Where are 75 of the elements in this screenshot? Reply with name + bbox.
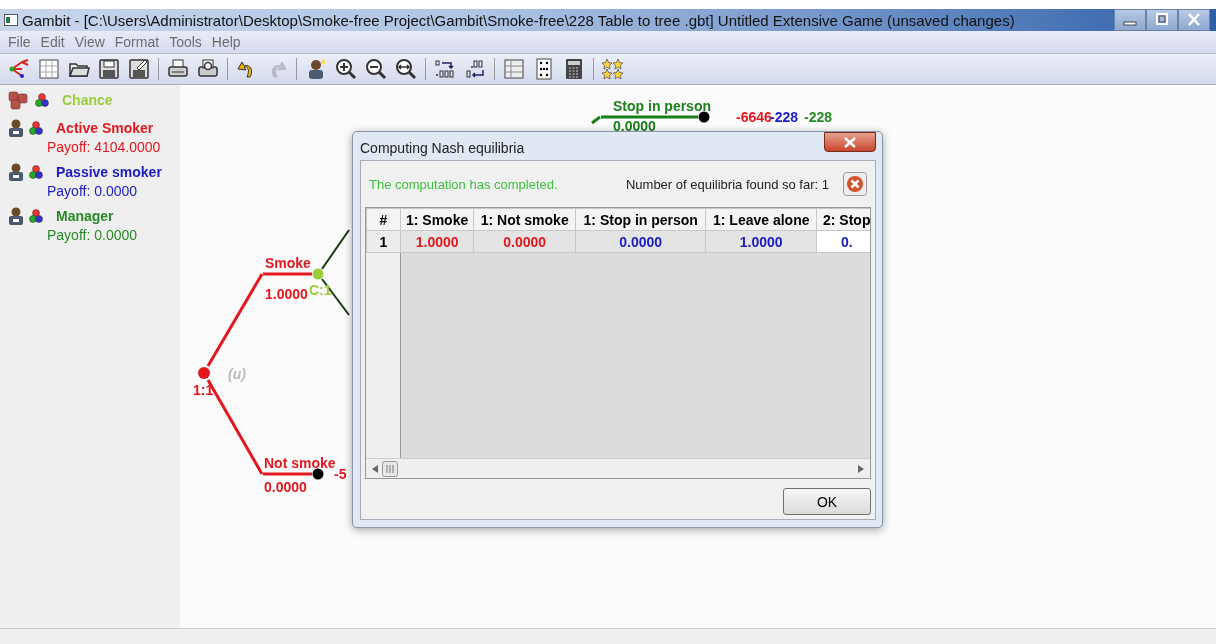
- minimize-icon[interactable]: [1114, 9, 1146, 31]
- person-icon: [8, 163, 24, 181]
- node-label: C:1: [309, 282, 332, 298]
- close-icon: [844, 136, 856, 148]
- menu-item[interactable]: File: [4, 34, 35, 50]
- color-palette-icon[interactable]: [29, 209, 43, 223]
- close-icon[interactable]: [1178, 9, 1210, 31]
- menu-item[interactable]: Format: [110, 34, 164, 50]
- color-palette-icon[interactable]: [29, 121, 43, 135]
- equilibria-count: Number of equilibria found so far: 1: [625, 176, 829, 192]
- information-set-label: (u): [228, 366, 246, 382]
- terminal-node[interactable]: [312, 468, 324, 480]
- floppy-pencil-icon[interactable]: [128, 58, 150, 80]
- decision-node[interactable]: [198, 367, 210, 379]
- player-payoff: Payoff: 0.0000: [47, 227, 139, 243]
- menu-item[interactable]: Tools: [165, 34, 206, 50]
- dialog-title: Computing Nash equilibria: [360, 140, 525, 156]
- player-payoff: Payoff: 0.0000: [47, 183, 139, 199]
- player-name[interactable]: Manager: [56, 208, 114, 224]
- window-title: Gambit - [C:\Users\Administrator\Desktop\Smoke-free Project\Gambit\Smoke-free\228 Table to tree .gbt] Untitled Extensive Game (unsaved changes): [22, 11, 1016, 29]
- app-icon: [4, 14, 18, 26]
- player-name[interactable]: Active Smoker: [56, 120, 154, 136]
- close-button[interactable]: [824, 132, 876, 152]
- horizontal-scrollbar[interactable]: [366, 458, 870, 478]
- print-preview-icon[interactable]: [197, 58, 219, 80]
- payoff-label: -228: [770, 109, 799, 125]
- card-icon[interactable]: [533, 58, 555, 80]
- payoff-label: -6646: [736, 109, 772, 125]
- column-header[interactable]: 1: Smoke: [400, 208, 474, 231]
- column-header[interactable]: 1: Leave alone: [705, 208, 817, 231]
- column-header[interactable]: 1: Not smoke: [473, 208, 576, 231]
- player-name[interactable]: Passive smoker: [56, 164, 162, 180]
- person-icon: [8, 207, 24, 225]
- column-header[interactable]: 1: Stop in person: [575, 208, 706, 231]
- zoom-in-icon[interactable]: [335, 58, 357, 80]
- left-arrow-icon: [372, 464, 378, 473]
- action-label[interactable]: Smoke: [265, 255, 311, 271]
- zoom-out-icon[interactable]: [365, 58, 387, 80]
- table-cell: 0.0000: [575, 230, 706, 253]
- stars-icon[interactable]: [602, 58, 624, 80]
- floppy-icon[interactable]: [98, 58, 120, 80]
- person-icon: [8, 119, 24, 137]
- action-label[interactable]: Not smoke: [264, 455, 336, 471]
- right-arrow-icon: [858, 464, 864, 473]
- printer-icon[interactable]: [167, 58, 189, 80]
- tree-icon[interactable]: [8, 58, 30, 80]
- menu-item[interactable]: View: [70, 34, 109, 50]
- table-icon[interactable]: [38, 58, 60, 80]
- column-header[interactable]: #: [366, 208, 401, 231]
- payoff-label: -5: [334, 466, 347, 482]
- probability-label: 1.0000: [265, 286, 308, 302]
- dice-icon: [8, 90, 30, 110]
- column-header[interactable]: 2: Stop: [816, 208, 870, 231]
- maximize-icon[interactable]: [1146, 9, 1178, 31]
- menu-item[interactable]: Edit: [36, 34, 69, 50]
- decimal-less-icon[interactable]: [464, 58, 486, 80]
- tree-branch[interactable]: [321, 229, 350, 270]
- probability-label: 0.0000: [264, 479, 307, 495]
- color-palette-icon[interactable]: [35, 93, 49, 107]
- table-cell: 1: [366, 230, 401, 253]
- chance-node[interactable]: [312, 268, 324, 280]
- probability-label: 0.0000: [613, 118, 656, 134]
- stop-icon[interactable]: [843, 172, 867, 196]
- player-payoff: Payoff: 4104.0000: [47, 139, 162, 155]
- menu-item[interactable]: Help: [207, 34, 245, 50]
- ok-button[interactable]: OK: [783, 488, 871, 515]
- grid-icon[interactable]: [503, 58, 525, 80]
- payoff-label: -228: [804, 109, 833, 125]
- color-palette-icon[interactable]: [29, 165, 43, 179]
- calculator-icon[interactable]: [563, 58, 585, 80]
- node-label: 1:1: [193, 382, 214, 398]
- decimal-more-icon[interactable]: [434, 58, 456, 80]
- action-label[interactable]: Stop in person: [613, 98, 711, 114]
- status-message: The computation has completed.: [369, 176, 559, 192]
- zoom-fit-icon[interactable]: [395, 58, 417, 80]
